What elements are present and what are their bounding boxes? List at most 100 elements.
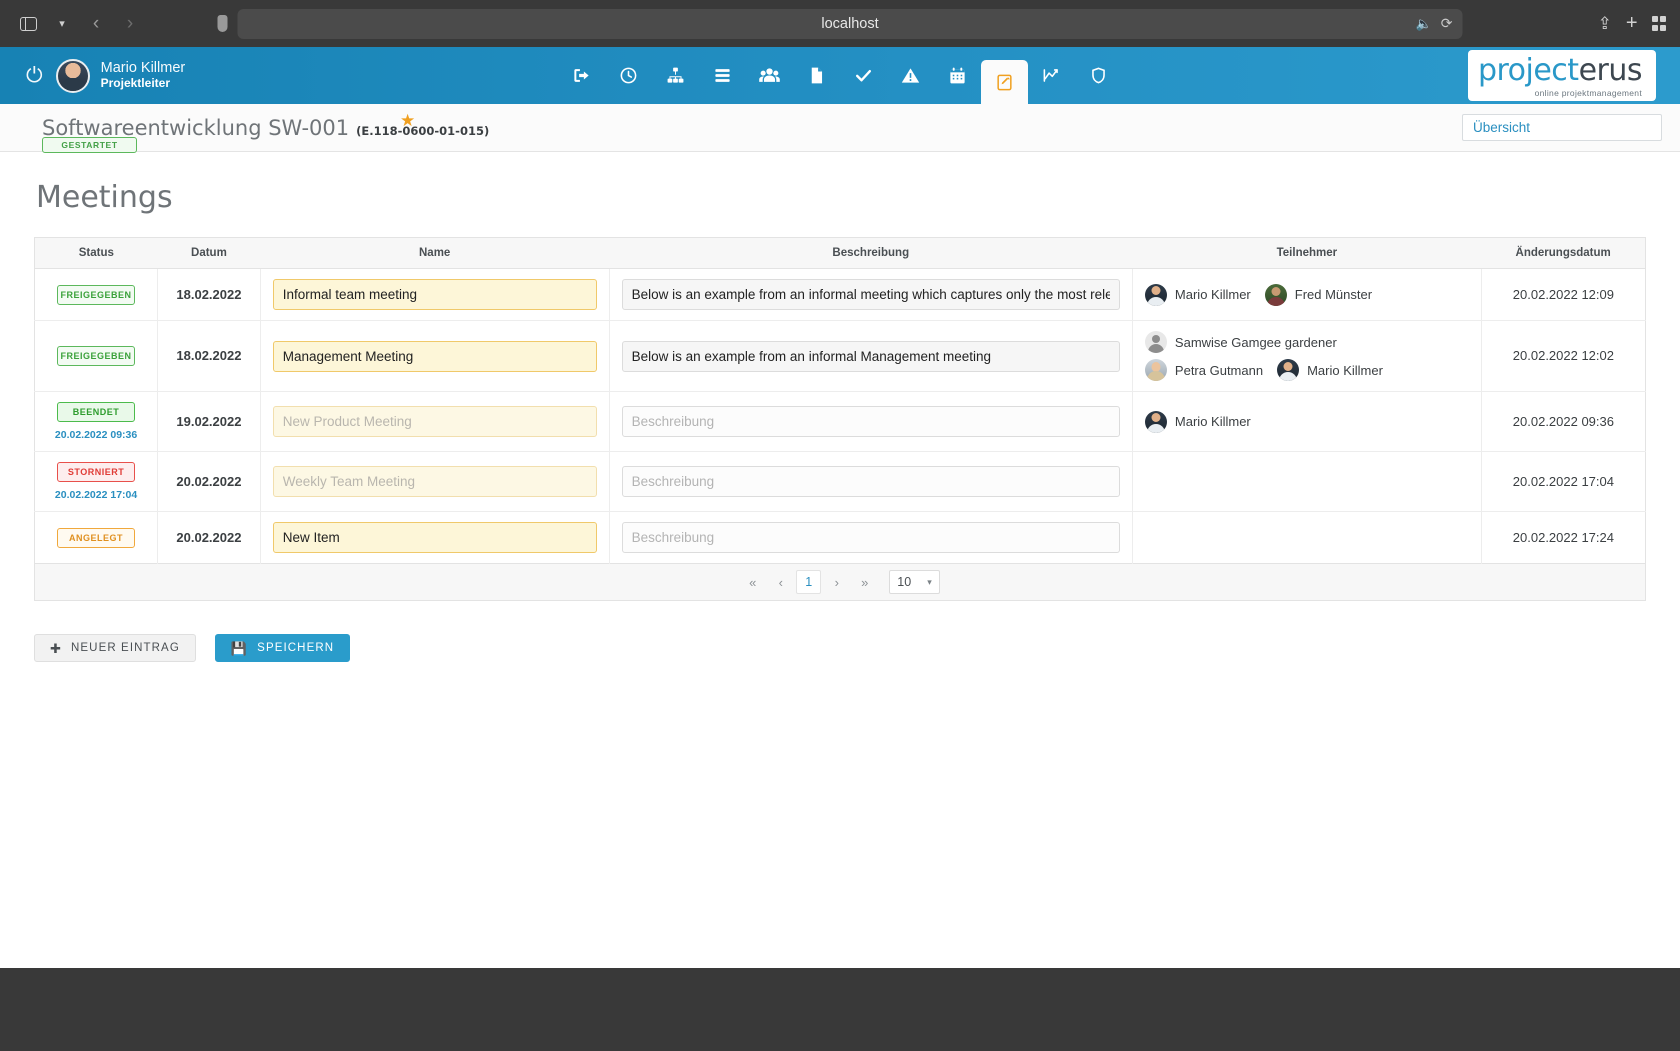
nav-structure[interactable] <box>652 47 699 104</box>
shield-icon <box>218 15 228 32</box>
cell-participants <box>1132 452 1481 512</box>
name-input[interactable] <box>273 341 597 372</box>
table-row: BEENDET 20.02.2022 09:36 19.02.2022 Mari… <box>35 392 1646 452</box>
forward-button[interactable]: › <box>116 10 144 38</box>
changed-date: 20.02.2022 12:02 <box>1513 348 1614 363</box>
browser-left-controls: ▾ ‹ › <box>14 10 144 38</box>
nav-calendar[interactable] <box>934 47 981 104</box>
description-input[interactable] <box>622 341 1120 372</box>
chevron-down-icon: ▾ <box>927 577 932 588</box>
cell-changed: 20.02.2022 09:36 <box>1481 392 1645 452</box>
project-status-badge: GESTARTET <box>42 137 137 153</box>
forward-arrow-icon: › <box>127 13 133 35</box>
avatar[interactable] <box>56 59 90 93</box>
pagination-prev[interactable]: ‹ <box>768 570 793 594</box>
participant[interactable]: Mario Killmer <box>1145 284 1251 306</box>
floppy-disk-icon: 💾 <box>231 642 248 655</box>
nav-security[interactable] <box>1075 47 1122 104</box>
pagination-last[interactable]: » <box>852 570 877 594</box>
save-button[interactable]: 💾 SPEICHERN <box>215 634 350 662</box>
name-input[interactable] <box>273 279 597 310</box>
page-footer <box>0 968 1680 1051</box>
project-title: Softwareentwicklung SW-001 <box>42 116 349 140</box>
name-input[interactable] <box>273 522 597 553</box>
cell-participants: Mario Killmer Fred Münster <box>1132 269 1481 321</box>
grid-icon[interactable] <box>1652 16 1667 31</box>
brand-logo: projecterus online projektmanagement <box>1468 50 1656 102</box>
user-name: Mario Killmer <box>101 60 186 77</box>
view-select[interactable]: Übersicht <box>1462 114 1662 141</box>
plus-icon[interactable]: + <box>1626 12 1638 35</box>
project-code: (E.118-0600-01-015) <box>356 124 489 138</box>
save-label: SPEICHERN <box>257 642 334 654</box>
url-text: localhost <box>821 16 878 32</box>
description-input[interactable] <box>622 279 1120 310</box>
new-entry-button[interactable]: ✚ NEUER EINTRAG <box>34 634 196 662</box>
power-icon[interactable]: ⏻ <box>26 65 43 86</box>
nav-reports[interactable] <box>1028 47 1075 104</box>
description-input[interactable] <box>622 522 1120 553</box>
back-arrow-icon: ‹ <box>93 13 99 35</box>
sidebar-icon <box>20 17 37 31</box>
pagination-first[interactable]: « <box>740 570 765 594</box>
column-header-datum[interactable]: Datum <box>158 238 261 269</box>
description-input[interactable] <box>622 406 1120 437</box>
participant[interactable]: Mario Killmer <box>1277 359 1383 381</box>
table-row: STORNIERT 20.02.2022 17:04 20.02.2022 20… <box>35 452 1646 512</box>
nav-risks[interactable] <box>887 47 934 104</box>
back-button[interactable]: ‹ <box>82 10 110 38</box>
nav-meetings[interactable] <box>981 60 1028 104</box>
status-timestamp: 20.02.2022 09:36 <box>47 429 145 441</box>
pagination-next[interactable]: › <box>824 570 849 594</box>
description-input[interactable] <box>622 466 1120 497</box>
sidebar-dropdown-button[interactable]: ▾ <box>48 10 76 38</box>
name-input[interactable] <box>273 466 597 497</box>
share-icon[interactable]: ⇪ <box>1598 14 1612 34</box>
cell-date: 19.02.2022 <box>158 392 261 452</box>
cell-participants <box>1132 512 1481 564</box>
column-header-teilnehmer[interactable]: Teilnehmer <box>1132 238 1481 269</box>
nav-login[interactable] <box>558 47 605 104</box>
nav-list[interactable] <box>699 47 746 104</box>
status-badge: BEENDET <box>57 402 135 422</box>
meeting-date: 20.02.2022 <box>176 474 241 489</box>
participant[interactable]: Fred Münster <box>1265 284 1372 306</box>
nav-tasks[interactable] <box>840 47 887 104</box>
user-role: Projektleiter <box>101 77 186 91</box>
speaker-icon[interactable]: 🔈 <box>1416 16 1432 32</box>
page-size-select[interactable]: 10 ▾ <box>889 570 939 594</box>
pagination-page-1[interactable]: 1 <box>796 570 821 594</box>
star-icon[interactable]: ★ <box>400 111 415 131</box>
nav-documents[interactable] <box>793 47 840 104</box>
cell-name <box>260 512 609 564</box>
address-bar[interactable]: localhost 🔈 ⟳ <box>238 9 1463 39</box>
column-header-name[interactable]: Name <box>260 238 609 269</box>
reload-icon[interactable]: ⟳ <box>1441 15 1453 32</box>
new-entry-label: NEUER EINTRAG <box>71 642 180 654</box>
participants-list: Mario Killmer <box>1145 411 1469 433</box>
column-header-beschreibung[interactable]: Beschreibung <box>609 238 1132 269</box>
table-body: FREIGEGEBEN 18.02.2022 Mario Killmer Fre… <box>35 269 1646 564</box>
cell-status: FREIGEGEBEN <box>35 269 158 321</box>
participants-list: Mario Killmer Fred Münster <box>1145 284 1469 306</box>
clock-icon <box>619 66 638 85</box>
column-header-status[interactable]: Status <box>35 238 158 269</box>
name-input[interactable] <box>273 406 597 437</box>
participant-name: Petra Gutmann <box>1175 363 1263 378</box>
nav-time[interactable] <box>605 47 652 104</box>
cell-changed: 20.02.2022 12:09 <box>1481 269 1645 321</box>
sidebar-toggle-button[interactable] <box>14 10 42 38</box>
participant-avatar <box>1277 359 1299 381</box>
cell-participants: Samwise Gamgee gardener Petra Gutmann Ma… <box>1132 321 1481 392</box>
cell-description <box>609 512 1132 564</box>
participant[interactable]: Mario Killmer <box>1145 411 1251 433</box>
participant-avatar <box>1265 284 1287 306</box>
participant[interactable]: Samwise Gamgee gardener <box>1145 331 1337 353</box>
project-title-group: Softwareentwicklung SW-001 (E.118-0600-0… <box>42 116 489 140</box>
browser-right-controls: ⇪ + <box>1598 12 1666 35</box>
meeting-date: 20.02.2022 <box>176 530 241 545</box>
status-badge: FREIGEGEBEN <box>57 346 135 366</box>
nav-users[interactable] <box>746 47 793 104</box>
participant[interactable]: Petra Gutmann <box>1145 359 1263 381</box>
column-header-aenderungsdatum[interactable]: Änderungsdatum <box>1481 238 1645 269</box>
